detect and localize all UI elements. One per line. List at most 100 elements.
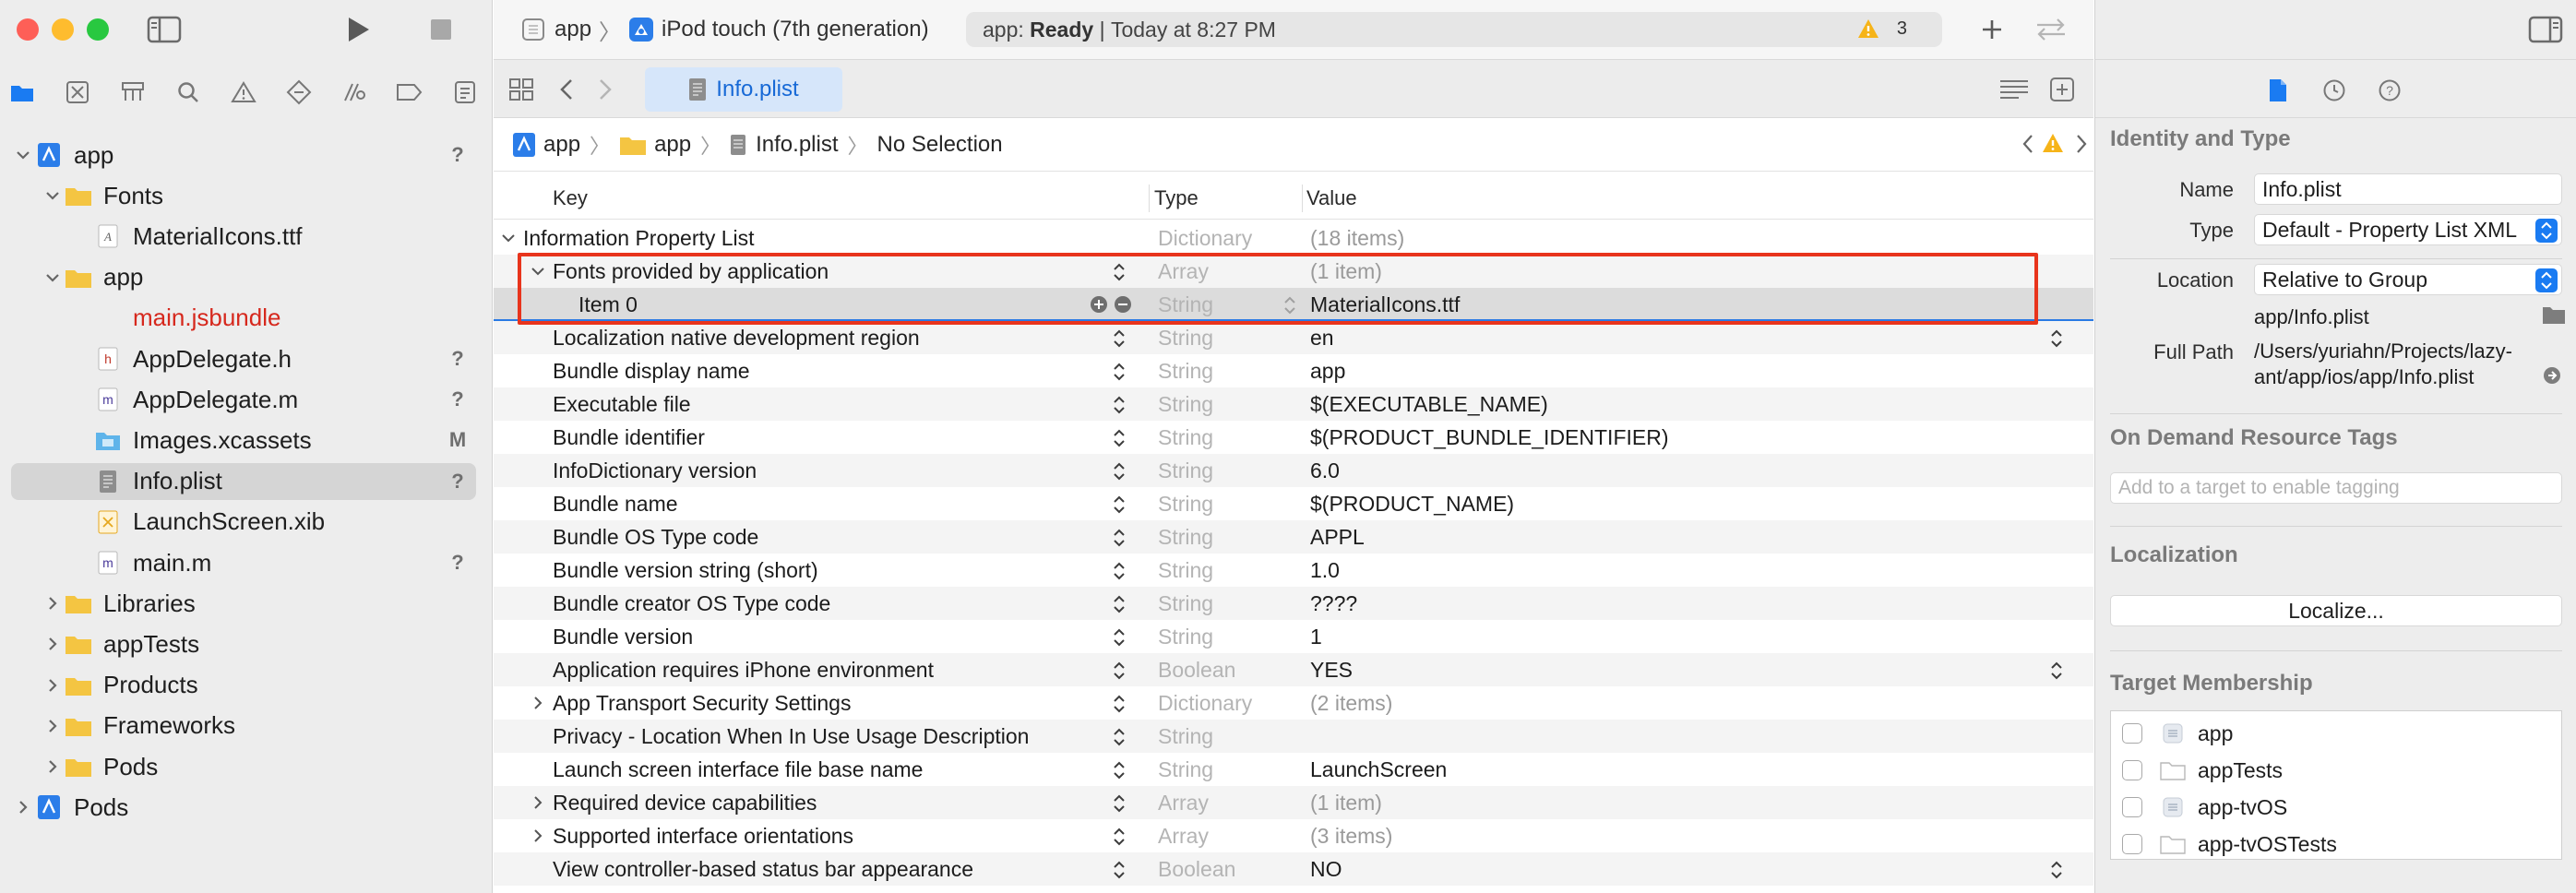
close-window-button[interactable] (17, 18, 39, 41)
file-inspector-icon[interactable] (2265, 77, 2291, 104)
disclosure-chevron-down-icon[interactable] (41, 272, 65, 283)
tree-item[interactable]: app? (11, 137, 476, 173)
plist-type[interactable]: String (1158, 326, 1213, 351)
key-stepper-icon[interactable] (1112, 559, 1127, 583)
tree-item[interactable]: m main.m? (11, 544, 476, 581)
plist-type[interactable]: Array (1158, 791, 1209, 816)
symbol-navigator-icon[interactable] (116, 76, 149, 109)
report-navigator-icon[interactable] (448, 76, 482, 109)
tree-item[interactable]: main.jsbundle (11, 300, 476, 337)
issue-warning-icon[interactable] (2042, 133, 2064, 153)
plist-type[interactable]: Dictionary (1158, 226, 1252, 251)
plist-row[interactable]: Application requires iPhone environment B… (494, 653, 2093, 686)
key-stepper-icon[interactable] (1112, 327, 1127, 351)
history-inspector-icon[interactable] (2320, 77, 2348, 104)
plist-row[interactable]: Bundle version String 1 (494, 620, 2093, 653)
scheme-selector[interactable]: app 〉 iPod touch (7th generation) (521, 13, 929, 46)
column-divider[interactable] (1302, 185, 1303, 212)
plist-type[interactable]: String (1158, 525, 1213, 550)
target-checkbox[interactable] (2122, 760, 2142, 780)
plist-key[interactable]: Supported interface orientations (553, 824, 853, 849)
key-stepper-icon[interactable] (1112, 858, 1127, 882)
plist-key[interactable]: Bundle identifier (553, 425, 705, 450)
previous-issue-chevron-icon[interactable] (2021, 133, 2034, 155)
key-stepper-icon[interactable] (1112, 592, 1127, 616)
target-checkbox[interactable] (2122, 723, 2142, 744)
run-icon[interactable] (341, 13, 375, 46)
key-stepper-icon[interactable] (1112, 493, 1127, 517)
tree-item[interactable]: m AppDelegate.m? (11, 381, 476, 418)
plist-row[interactable]: Supported interface orientations Array (3 … (494, 819, 2093, 852)
plist-value[interactable]: $(EXECUTABLE_NAME) (1310, 392, 1548, 417)
plist-row[interactable]: Bundle creator OS Type code String???? (494, 587, 2093, 620)
warning-icon[interactable] (1857, 18, 1879, 39)
back-chevron-icon[interactable] (553, 73, 580, 106)
plist-value[interactable]: LaunchScreen (1310, 757, 1447, 782)
key-stepper-icon[interactable] (1112, 659, 1127, 683)
value-popup-arrows-icon[interactable] (2049, 858, 2064, 882)
stop-icon[interactable] (426, 15, 456, 44)
breadcrumb-group[interactable]: app (619, 132, 691, 158)
key-stepper-icon[interactable] (1112, 792, 1127, 816)
plist-row[interactable]: View controller-based status bar appeara… (494, 852, 2093, 886)
tree-item[interactable]: appTests (11, 625, 476, 662)
value-popup-arrows-icon[interactable] (2049, 327, 2064, 351)
disclosure-chevron-right-icon[interactable] (41, 678, 65, 693)
plist-type[interactable]: Dictionary (1158, 691, 1252, 716)
type-popup[interactable]: Default - Property List XML (2254, 214, 2562, 245)
grid-icon[interactable] (505, 73, 538, 106)
plist-row[interactable]: InfoDictionary version String 6.0 (494, 454, 2093, 487)
plist-type[interactable]: String (1158, 425, 1213, 450)
issue-navigator-icon[interactable] (227, 76, 260, 109)
plist-key[interactable]: Bundle version string (short) (553, 558, 818, 583)
plist-row[interactable]: Bundle name String $(PRODUCT_NAME) (494, 487, 2093, 520)
target-checkbox[interactable] (2122, 797, 2142, 817)
reveal-in-finder-arrow-icon[interactable] (2542, 365, 2562, 386)
plist-key[interactable]: Application requires iPhone environment (553, 658, 934, 683)
add-icon[interactable] (1975, 13, 2009, 46)
odr-tags-field[interactable]: Add to a target to enable tagging (2110, 472, 2562, 504)
disclosure-chevron-down-icon[interactable] (41, 190, 65, 201)
inspector-toggle-icon[interactable] (2527, 13, 2564, 46)
plist-type[interactable]: String (1158, 492, 1213, 517)
disclosure-chevron-right-icon[interactable] (529, 793, 547, 812)
plist-key[interactable]: Executable file (553, 392, 691, 417)
plist-row[interactable]: Bundle OS Type code String APPL (494, 520, 2093, 554)
plist-value[interactable]: (3 items) (1310, 824, 1392, 849)
plist-type[interactable]: String (1158, 359, 1213, 384)
tree-item[interactable]: h AppDelegate.h? (11, 340, 476, 377)
help-inspector-icon[interactable]: ? (2376, 77, 2403, 104)
plist-value[interactable]: 1 (1310, 625, 1322, 649)
plist-row[interactable]: Privacy - Location When In Use Usage Des… (494, 720, 2093, 753)
plist-value[interactable]: (2 items) (1310, 691, 1392, 716)
plist-type[interactable]: String (1158, 757, 1213, 782)
column-divider[interactable] (1149, 185, 1150, 212)
plist-key[interactable]: Information Property List (523, 226, 755, 251)
type-column-header[interactable]: Type (1154, 186, 1199, 210)
tree-item[interactable]: Libraries (11, 585, 476, 622)
breadcrumb-file[interactable]: Info.plist (730, 132, 839, 158)
key-stepper-icon[interactable] (1112, 459, 1127, 483)
plist-key[interactable]: InfoDictionary version (553, 458, 757, 483)
project-navigator-folder-icon[interactable] (6, 76, 39, 109)
key-stepper-icon[interactable] (1112, 825, 1127, 849)
plist-row[interactable]: Bundle display name String app (494, 354, 2093, 387)
plist-type[interactable]: String (1158, 558, 1213, 583)
disclosure-chevron-right-icon[interactable] (41, 596, 65, 611)
location-popup[interactable]: Relative to Group (2254, 264, 2562, 295)
tree-item[interactable]: A MaterialIcons.ttf (11, 218, 476, 255)
plist-row[interactable]: Required device capabilities Array (1 item… (494, 786, 2093, 819)
plist-key[interactable]: Bundle creator OS Type code (553, 591, 830, 616)
key-stepper-icon[interactable] (1112, 360, 1127, 384)
code-review-arrows-icon[interactable] (2033, 13, 2069, 46)
plist-value[interactable]: en (1310, 326, 1334, 351)
zoom-window-button[interactable] (87, 18, 109, 41)
tree-item[interactable]: Products (11, 667, 476, 704)
editor-options-lines-icon[interactable] (1998, 73, 2031, 106)
tree-item[interactable]: Pods (11, 789, 476, 826)
plist-type[interactable]: String (1158, 724, 1213, 749)
forward-chevron-icon[interactable] (591, 73, 619, 106)
breadcrumb-selection[interactable]: No Selection (877, 132, 1003, 158)
plist-key[interactable]: Launch screen interface file base name (553, 757, 923, 782)
plist-value[interactable]: APPL (1310, 525, 1365, 550)
